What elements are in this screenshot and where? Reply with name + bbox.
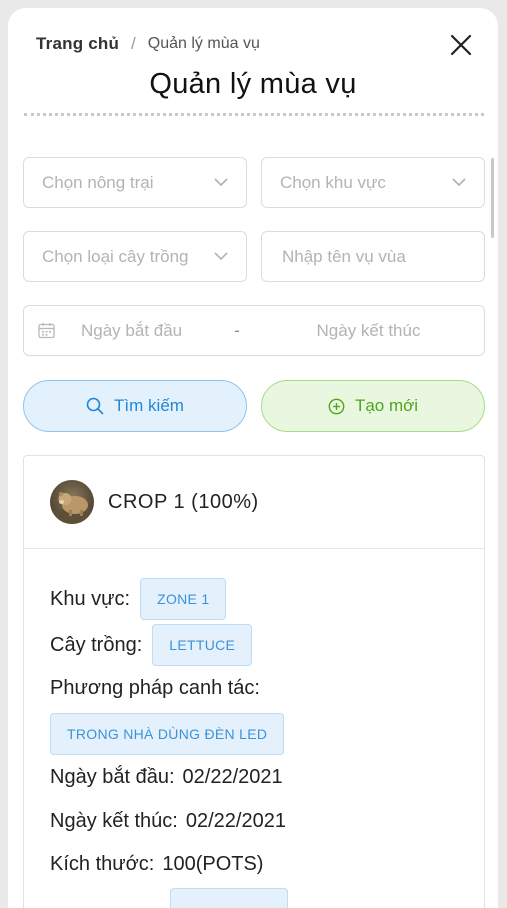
date-range-separator: - xyxy=(234,320,240,340)
crop-type-select[interactable]: Chọn loại cây trồng xyxy=(23,231,247,282)
zone-select[interactable]: Chọn khu vực xyxy=(261,157,485,208)
end-date-input[interactable]: Ngày kết thúc xyxy=(267,321,470,341)
season-name-field[interactable] xyxy=(261,231,485,282)
size-label: Kích thước: xyxy=(50,853,155,875)
plus-circle-icon xyxy=(328,398,345,414)
chevron-down-icon xyxy=(452,178,466,187)
crop-card-header: CROP 1 (100%) xyxy=(24,456,484,549)
end-date-label: Ngày kết thúc: xyxy=(50,810,178,832)
zone-select-placeholder: Chọn khu vực xyxy=(280,172,386,192)
search-button[interactable]: Tìm kiếm xyxy=(23,380,247,432)
zone-row: Khu vực: ZONE 1 xyxy=(50,578,227,620)
end-date-value: 02/22/2021 xyxy=(185,810,286,832)
page-title: Quản lý mùa vụ xyxy=(149,68,357,100)
crop-row: Cây trồng: LETTUCE xyxy=(50,624,253,666)
breadcrumb-home-link[interactable]: Trang chủ xyxy=(36,34,119,54)
end-date-row: Ngày kết thúc: 02/22/2021 xyxy=(50,810,286,833)
crop-management-panel: Trang chủ / Quản lý mùa vụ Quản lý mùa v… xyxy=(8,8,498,908)
crop-card[interactable]: CROP 1 (100%) Khu vực: ZONE 1 Cây trồng:… xyxy=(23,455,485,908)
crop-card-title: CROP 1 (100%) xyxy=(108,490,259,513)
start-date-label: Ngày bắt đầu: xyxy=(50,766,175,788)
search-icon xyxy=(86,397,104,415)
close-button[interactable] xyxy=(448,32,474,58)
method-row: Phương pháp canh tác: xyxy=(50,677,260,700)
method-tag: TRONG NHÀ DÙNG ĐÈN LED xyxy=(50,713,285,755)
breadcrumb: Trang chủ / Quản lý mùa vụ xyxy=(36,34,260,54)
crop-type-select-placeholder: Chọn loại cây trồng xyxy=(42,246,189,266)
zone-label: Khu vực: xyxy=(50,587,131,610)
size-row: Kích thước: 100(POTS) xyxy=(50,853,263,876)
breadcrumb-separator: / xyxy=(131,34,136,53)
partial-row-tag xyxy=(170,888,288,908)
chevron-down-icon xyxy=(214,252,228,261)
start-date-row: Ngày bắt đầu: 02/22/2021 xyxy=(50,766,283,789)
crop-avatar xyxy=(50,480,94,524)
start-date-input[interactable]: Ngày bắt đầu xyxy=(81,321,201,341)
partial-row-label xyxy=(50,897,160,908)
scrollbar-thumb[interactable] xyxy=(491,158,494,238)
title-divider xyxy=(24,113,484,116)
season-name-input[interactable] xyxy=(280,245,466,268)
create-button-label: Tạo mới xyxy=(354,396,419,415)
chevron-down-icon xyxy=(214,178,228,187)
create-button[interactable]: Tạo mới xyxy=(261,380,485,432)
farm-select[interactable]: Chọn nông trại xyxy=(23,157,247,208)
calendar-icon xyxy=(38,323,55,339)
farm-select-placeholder: Chọn nông trại xyxy=(42,172,154,192)
search-button-label: Tìm kiếm xyxy=(114,396,184,415)
scrollbar[interactable] xyxy=(491,158,494,898)
close-icon xyxy=(450,34,472,56)
size-value: 100(POTS) xyxy=(162,853,264,875)
zone-tag: ZONE 1 xyxy=(140,578,227,620)
crop-label: Cây trồng: xyxy=(50,633,143,656)
method-label: Phương pháp canh tác: xyxy=(50,677,260,699)
breadcrumb-current: Quản lý mùa vụ xyxy=(147,35,260,52)
method-value-row: TRONG NHÀ DÙNG ĐÈN LED xyxy=(50,713,285,755)
date-range-picker[interactable]: Ngày bắt đầu - Ngày kết thúc xyxy=(23,305,485,356)
start-date-value: 02/22/2021 xyxy=(182,766,283,788)
partial-row xyxy=(50,888,288,908)
crop-tag: LETTUCE xyxy=(152,624,253,666)
